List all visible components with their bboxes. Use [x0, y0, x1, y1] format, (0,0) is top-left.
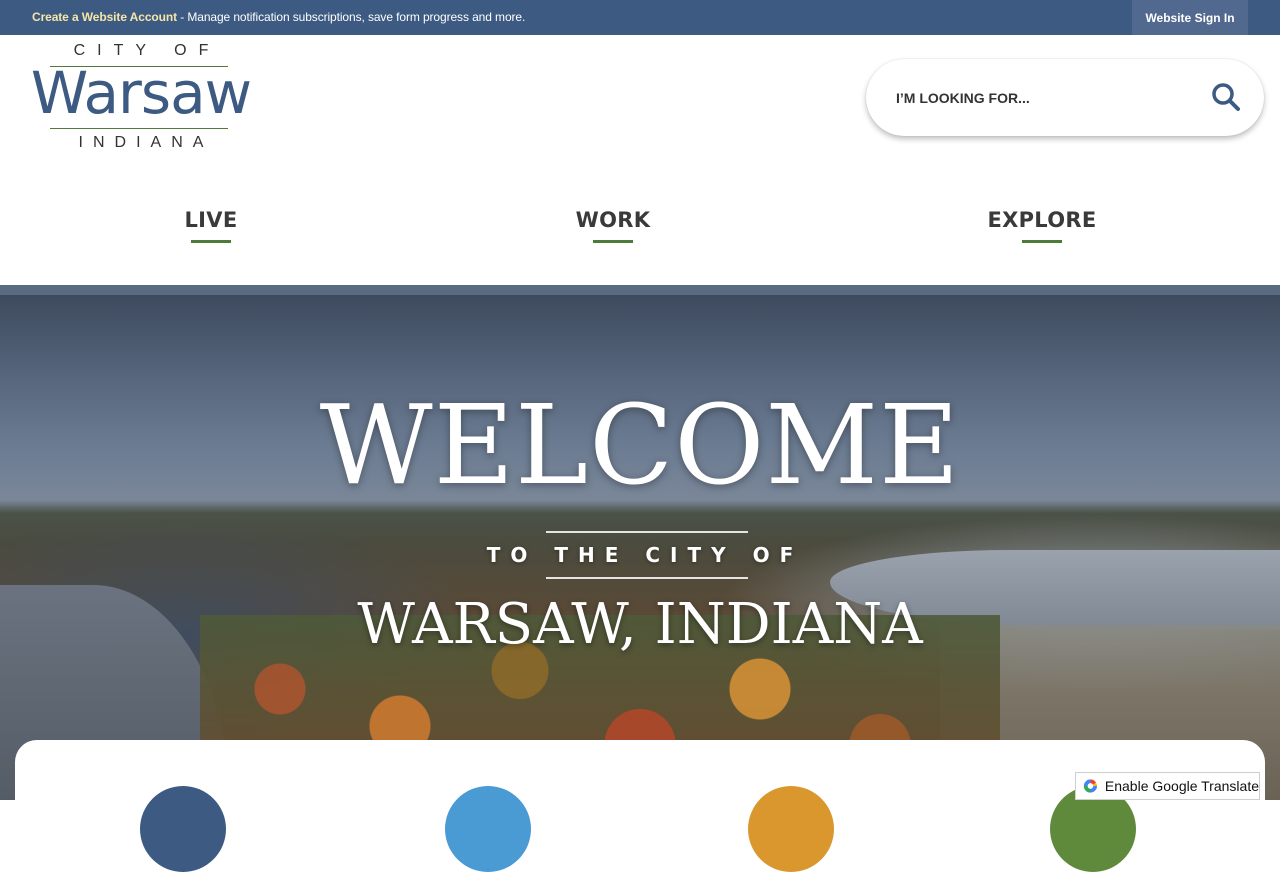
notification-text: - Manage notification subscriptions, sav… [176, 10, 526, 24]
hero-divider [546, 531, 748, 533]
city-logo[interactable]: CITY OF Warsaw INDIANA [30, 42, 252, 154]
search-input[interactable] [896, 85, 1196, 111]
create-account-link[interactable]: Create a Website Account [32, 10, 177, 24]
hero-city-name: WARSAW, INDIANA [357, 592, 923, 657]
nav-item-label: WORK [575, 208, 651, 232]
nav-item-work[interactable]: WORK [570, 208, 656, 252]
quick-link-circle[interactable] [445, 786, 531, 872]
website-sign-in-button[interactable]: Website Sign In [1132, 0, 1248, 35]
nav-item-label: LIVE [184, 208, 238, 232]
google-translate-icon [1082, 777, 1099, 795]
nav-underline [191, 240, 231, 243]
nav-item-explore[interactable]: EXPLORE [986, 208, 1098, 252]
logo-warsaw: Warsaw [30, 59, 252, 127]
hero-subheading: TO THE CITY OF [486, 543, 804, 567]
notification-message: Create a Website Account - Manage notifi… [32, 10, 525, 24]
search-icon [1212, 83, 1240, 111]
nav-underline [593, 240, 633, 243]
hero-divider [546, 577, 748, 579]
logo-divider [50, 128, 228, 129]
notification-bar: Create a Website Account - Manage notifi… [0, 0, 1280, 35]
nav-item-live[interactable]: LIVE [176, 208, 246, 252]
quick-link-circle[interactable] [748, 786, 834, 872]
quick-link-circle[interactable] [140, 786, 226, 872]
site-search [866, 59, 1264, 136]
google-translate-label: Enable Google Translate [1104, 778, 1259, 794]
logo-city-of: CITY OF [73, 42, 221, 59]
hero-welcome-heading: WELCOME [319, 381, 961, 509]
search-button[interactable] [1210, 81, 1242, 113]
nav-underline [1022, 240, 1062, 243]
nav-item-label: EXPLORE [987, 208, 1097, 232]
logo-indiana: INDIANA [78, 134, 214, 151]
hero-banner: WELCOME TO THE CITY OF WARSAW, INDIANA [0, 285, 1280, 800]
google-translate-button[interactable]: Enable Google Translate [1075, 772, 1260, 800]
